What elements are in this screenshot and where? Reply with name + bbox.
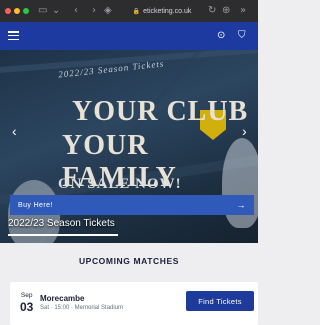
reload-icon[interactable]: ↻ <box>208 4 216 18</box>
forward-icon[interactable]: › <box>92 4 96 18</box>
match-opponent: Morecambe <box>40 294 85 303</box>
hero-headline-3: ON SALE NOW! <box>58 176 182 192</box>
match-date: Sep 03 <box>20 292 34 314</box>
back-icon[interactable]: ‹ <box>74 4 78 18</box>
carousel-next-arrow[interactable]: › <box>242 124 247 138</box>
buy-here-button[interactable]: Buy Here! → <box>10 195 254 215</box>
arrow-right-icon: → <box>236 200 246 210</box>
browser-toolbar: ▭ ⌄ ‹ › ◈ 🔒 eticketing.co.uk ↻ ⊕ » <box>0 0 258 22</box>
buy-here-label: Buy Here! <box>18 201 53 209</box>
chevron-down-icon[interactable]: ⌄ <box>52 4 60 18</box>
match-details: Sat · 15:00 · Memorial Stadium <box>40 305 124 311</box>
sidebar-icon[interactable]: ▭ <box>38 4 47 18</box>
menu-icon[interactable] <box>8 31 19 41</box>
shield-icon[interactable]: ◈ <box>104 4 112 18</box>
match-day: 03 <box>20 299 34 314</box>
carousel-prev-arrow[interactable]: ‹ <box>12 124 17 138</box>
caption-underline <box>8 234 118 236</box>
download-icon[interactable]: ⊕ <box>222 4 230 18</box>
address-bar[interactable]: 🔒 eticketing.co.uk <box>120 4 204 18</box>
maximize-window-button[interactable] <box>23 8 29 14</box>
lock-icon: 🔒 <box>132 8 141 15</box>
site-header: ⊙ ⛉ <box>0 22 258 50</box>
account-icon[interactable]: ⊙ <box>217 30 225 42</box>
minimize-window-button[interactable] <box>14 8 20 14</box>
hero-headline-1: YOUR CLUB <box>72 96 249 127</box>
find-tickets-button[interactable]: Find Tickets <box>186 291 254 311</box>
basket-icon[interactable]: ⛉ <box>238 30 246 42</box>
match-month: Sep <box>20 292 33 299</box>
url-text: eticketing.co.uk <box>143 7 192 15</box>
match-card: Sep 03 Morecambe Sat · 15:00 · Memorial … <box>10 282 258 325</box>
hero-caption: 2022/23 Season Tickets <box>8 218 115 229</box>
more-icon[interactable]: » <box>240 4 246 18</box>
close-window-button[interactable] <box>5 8 11 14</box>
upcoming-matches-title: UPCOMING MATCHES <box>78 256 180 266</box>
